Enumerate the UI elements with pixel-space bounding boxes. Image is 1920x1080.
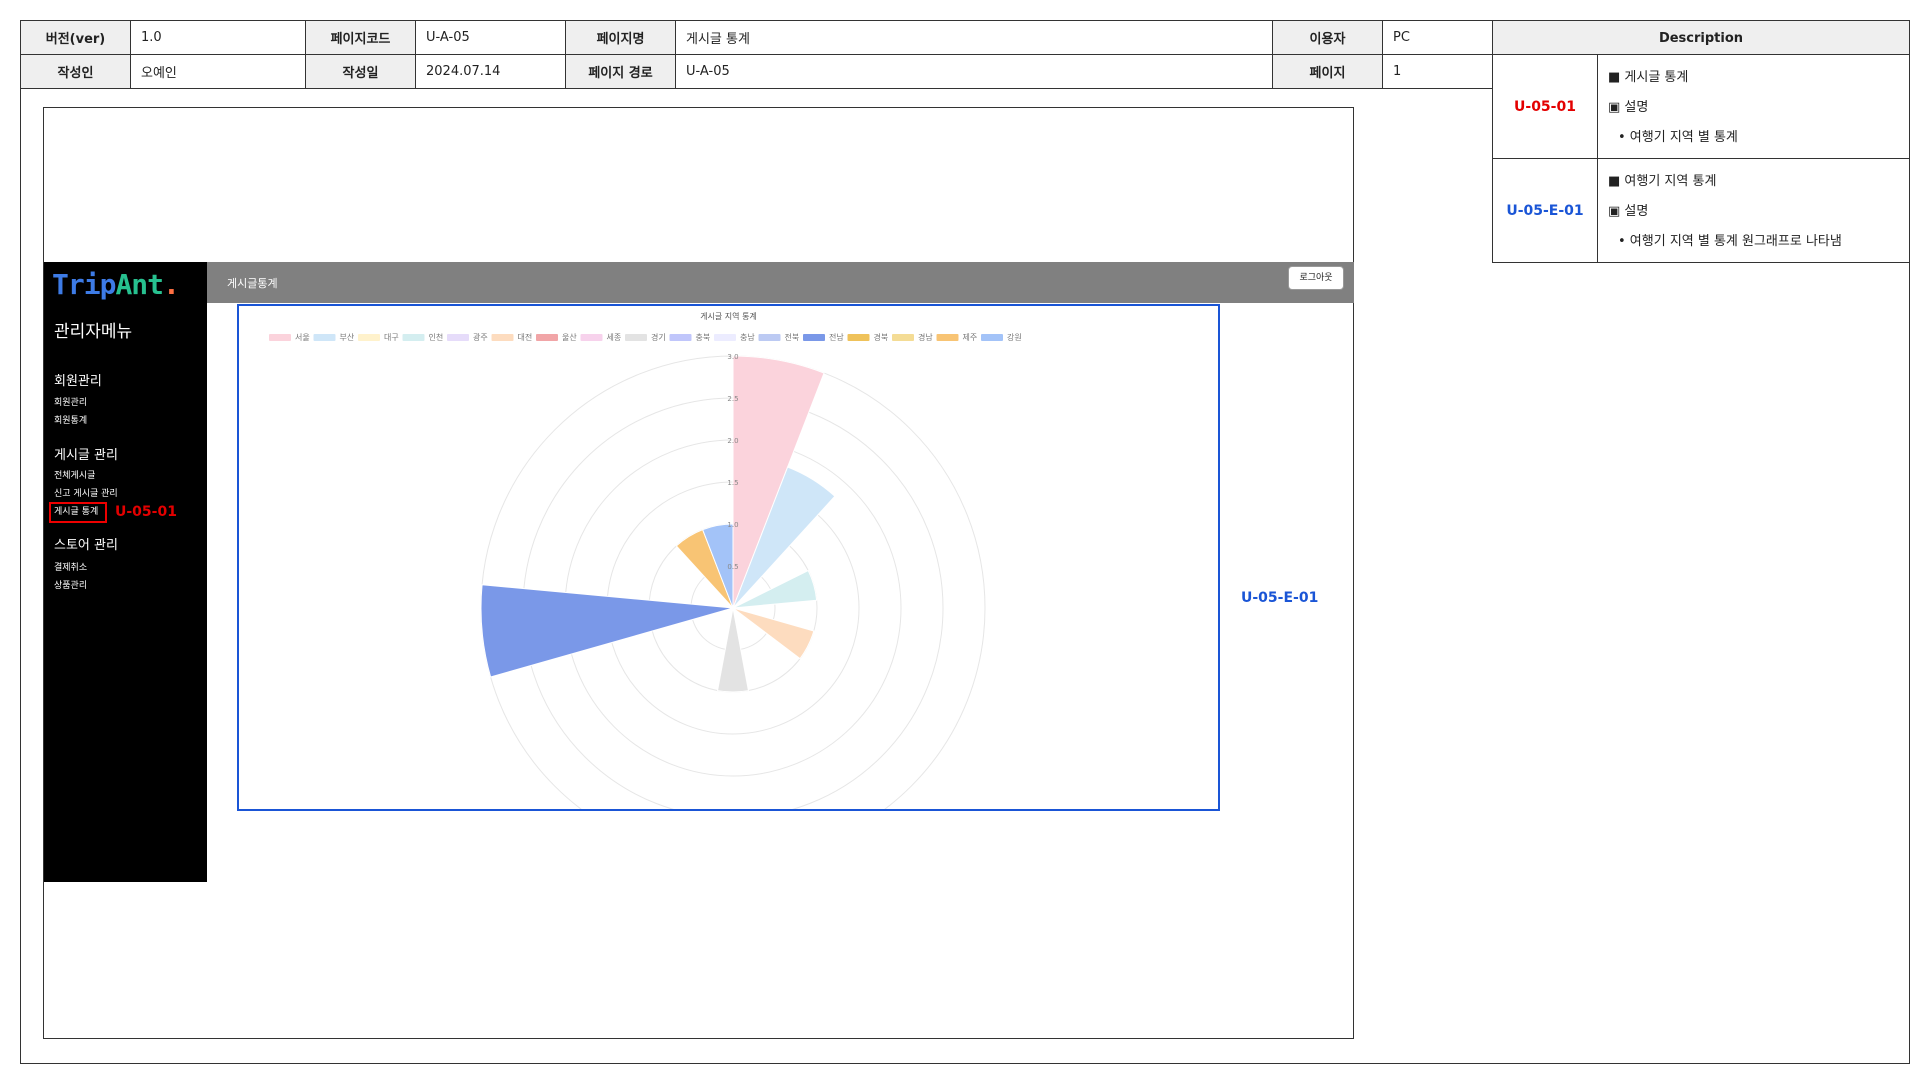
radial-tick-label: 0.5 xyxy=(727,563,738,571)
legend-swatch xyxy=(892,334,914,341)
legend-swatch xyxy=(580,334,603,341)
legend-label: 제주 xyxy=(963,333,978,342)
page-path-key: 페이지 경로 xyxy=(565,54,676,89)
legend-label: 전남 xyxy=(829,332,844,342)
description-row: U-05-E-01 ■ 여행기 지역 통계 ▣ 설명 • 여행기 지역 별 통계… xyxy=(1492,159,1910,263)
radial-tick-label: 1.0 xyxy=(727,521,738,529)
logo-text-trip: Trip xyxy=(52,268,116,301)
description-title: Description xyxy=(1492,20,1910,55)
version-value: 1.0 xyxy=(130,20,306,55)
description-row: U-05-01 ■ 게시글 통계 ▣ 설명 • 여행기 지역 별 통계 xyxy=(1492,55,1910,159)
menu-product-manage[interactable]: 상품관리 xyxy=(54,578,87,591)
legend-label: 대구 xyxy=(384,333,399,342)
legend-swatch xyxy=(447,334,469,341)
legend-swatch xyxy=(402,334,425,341)
legend-swatch xyxy=(758,334,781,341)
legend-label: 울산 xyxy=(562,332,577,342)
version-key: 버전(ver) xyxy=(20,20,131,55)
description-bullet: • 여행기 지역 별 통계 xyxy=(1618,130,1738,145)
legend-swatch xyxy=(313,334,336,341)
page-number-key: 페이지 xyxy=(1272,54,1383,89)
page-name-value: 게시글 통계 xyxy=(675,20,1273,55)
polar-area-chart: 게시글 지역 통계서울 부산 대구 인천 광주 대전 울산 세종 경기 충북 충남 전북 전남 경북 경남 제… xyxy=(269,311,1022,861)
legend-label: 부산 xyxy=(340,332,355,342)
description-id: U-05-E-01 xyxy=(1493,159,1598,262)
radial-tick-label: 1.5 xyxy=(727,479,738,487)
author-value: 오예인 xyxy=(130,54,306,89)
legend-label: 강원 xyxy=(1007,332,1022,342)
page-name-key: 페이지명 xyxy=(565,20,676,55)
wedge-13 xyxy=(480,584,734,678)
admin-sidebar: TripAnt. 관리자메뉴 회원관리 회원관리 회원통계 게시글 관리 전체게… xyxy=(44,262,207,882)
legend-swatch xyxy=(625,334,647,341)
legend-label: 경기 xyxy=(651,332,666,342)
legend-label: 전북 xyxy=(785,332,800,342)
legend-swatch xyxy=(803,334,825,341)
page-number-value: 1 xyxy=(1382,54,1493,89)
legend-swatch xyxy=(981,334,1003,341)
legend-swatch xyxy=(847,334,870,341)
legend-label: 경남 xyxy=(918,332,933,342)
radial-tick-label: 3.0 xyxy=(727,353,738,361)
top-bar: 게시글통계 로그아웃 xyxy=(207,262,1354,303)
description-body: ■ 여행기 지역 통계 ▣ 설명 • 여행기 지역 별 통계 원그래프로 나타냄 xyxy=(1598,159,1852,262)
logo-dot: . xyxy=(163,268,180,301)
user-key: 이용자 xyxy=(1272,20,1383,55)
chart-title: 게시글 지역 통계 xyxy=(700,311,757,321)
legend-label: 세종 xyxy=(607,333,622,342)
page-path-value: U-A-05 xyxy=(675,54,1273,89)
section-member: 회원관리 xyxy=(54,374,102,389)
author-key: 작성인 xyxy=(20,54,131,89)
legend-label: 서울 xyxy=(295,333,310,342)
description-subheading: ▣ 설명 xyxy=(1608,204,1649,219)
logo-text-ant: Ant xyxy=(115,268,164,301)
legend-label: 대전 xyxy=(518,332,533,342)
legend-swatch xyxy=(491,334,514,341)
description-panel: Description U-05-01 ■ 게시글 통계 ▣ 설명 • 여행기 … xyxy=(1492,20,1910,263)
menu-payment-cancel[interactable]: 결제취소 xyxy=(54,560,87,573)
wedge-6 xyxy=(732,607,815,660)
menu-reported-posts[interactable]: 신고 게시글 관리 xyxy=(54,486,118,499)
legend-label: 충남 xyxy=(740,333,755,342)
menu-all-posts[interactable]: 전체게시글 xyxy=(54,468,95,481)
menu-member-stats[interactable]: 회원통계 xyxy=(54,413,87,426)
legend-swatch xyxy=(936,334,959,341)
description-id: U-05-01 xyxy=(1493,55,1598,158)
legend-swatch xyxy=(269,334,291,341)
page-code-key: 페이지코드 xyxy=(305,20,416,55)
legend-label: 충북 xyxy=(696,333,711,342)
description-bullet: • 여행기 지역 별 통계 원그래프로 나타냄 xyxy=(1618,234,1842,249)
menu-member-manage[interactable]: 회원관리 xyxy=(54,395,87,408)
description-subheading: ▣ 설명 xyxy=(1608,100,1649,115)
page-title: 게시글통계 xyxy=(227,277,278,290)
spec-header-table: 버전(ver) 1.0 페이지코드 U-A-05 페이지명 게시글 통계 이용자… xyxy=(20,20,1493,89)
page-code-value: U-A-05 xyxy=(415,20,566,55)
date-value: 2024.07.14 xyxy=(415,54,566,89)
logout-button[interactable]: 로그아웃 xyxy=(1288,266,1344,290)
admin-menu-title: 관리자메뉴 xyxy=(54,322,133,342)
wedge-9 xyxy=(716,607,750,693)
legend-swatch xyxy=(669,334,692,341)
legend-swatch xyxy=(358,334,380,341)
annotation-label-u-05-01: U-05-01 xyxy=(115,504,177,520)
legend-label: 광주 xyxy=(473,332,488,342)
radial-tick-label: 2.0 xyxy=(727,437,738,445)
legend-label: 경북 xyxy=(874,332,889,342)
radial-tick-label: 2.5 xyxy=(727,395,738,403)
section-post: 게시글 관리 xyxy=(54,448,118,463)
legend-label: 인천 xyxy=(429,332,444,342)
section-store: 스토어 관리 xyxy=(54,538,118,553)
legend-swatch xyxy=(536,334,558,341)
annotation-label-u-05-e-01: U-05-E-01 xyxy=(1241,590,1319,606)
user-value: PC xyxy=(1382,20,1493,55)
description-body: ■ 게시글 통계 ▣ 설명 • 여행기 지역 별 통계 xyxy=(1598,55,1748,158)
description-heading: ■ 여행기 지역 통계 xyxy=(1608,174,1717,189)
chart-container: 게시글 지역 통계서울 부산 대구 인천 광주 대전 울산 세종 경기 충북 충남 전북 전남 경북 경남 제… xyxy=(237,304,1220,861)
tripant-logo[interactable]: TripAnt. xyxy=(52,268,180,301)
selected-menu-highlight xyxy=(49,502,107,523)
legend-swatch xyxy=(714,334,736,341)
date-key: 작성일 xyxy=(305,54,416,89)
description-heading: ■ 게시글 통계 xyxy=(1608,70,1689,85)
